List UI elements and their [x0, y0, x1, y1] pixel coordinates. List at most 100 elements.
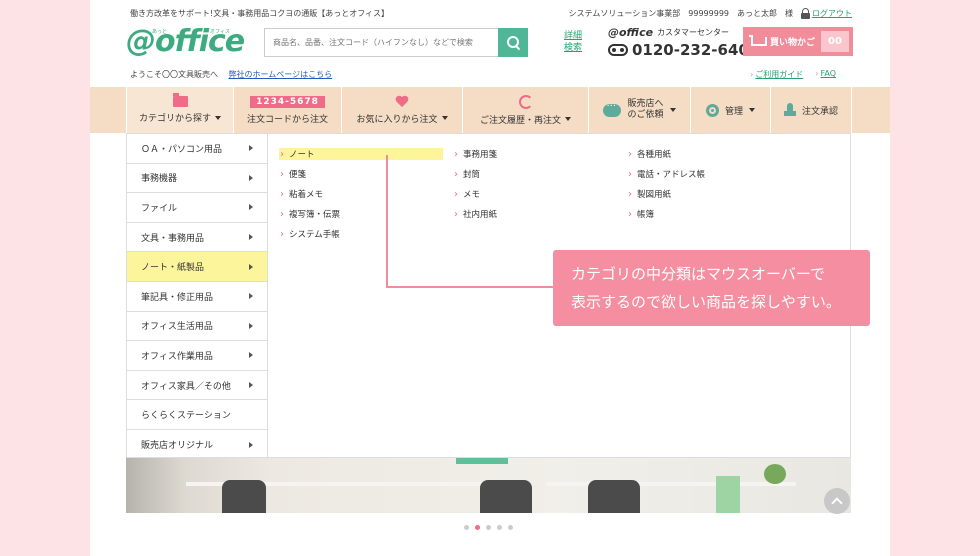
guide-link[interactable]: ご利用ガイド	[750, 69, 803, 80]
user-name: あっと太郎 様	[737, 9, 793, 18]
chevron-down-icon	[215, 115, 221, 120]
arrow-right-icon	[249, 441, 253, 448]
banner-decor	[456, 458, 508, 464]
category-item[interactable]: ＯＡ・パソコン用品	[127, 134, 268, 164]
subcategory-item[interactable]: 製図用紙	[627, 184, 705, 204]
cart-label: 買い物かご	[770, 38, 816, 48]
category-label: 販売店オリジナル	[141, 441, 214, 452]
banner-chair	[480, 480, 532, 513]
arrow-right-icon	[249, 234, 253, 241]
nav-approval[interactable]: 注文承認	[770, 87, 852, 133]
category-item[interactable]: 文具・事務用品	[127, 222, 268, 253]
nav-history[interactable]: ご注文履歴・再注文	[462, 87, 588, 133]
nav-approval-label: 注文承認	[801, 106, 838, 117]
nav-admin-label: 管理	[724, 106, 743, 117]
nav-code-order[interactable]: 1234-5678 注文コードから注文	[233, 87, 341, 133]
company-home-link[interactable]: 弊社のホームページはこちら	[229, 70, 333, 79]
customer-center: @office カスタマーセンター 0120-232-640	[608, 26, 749, 59]
category-item[interactable]: 事務機器	[127, 163, 268, 194]
arrow-right-icon	[249, 382, 253, 389]
category-item[interactable]: オフィス作業用品	[127, 341, 268, 371]
subcategory-item[interactable]: 封筒	[453, 164, 497, 184]
user-id: 99999999	[688, 9, 729, 18]
free-dial-icon	[608, 44, 628, 56]
category-label: らくらくステーション	[141, 411, 231, 422]
category-item-active[interactable]: ノート・紙製品	[127, 252, 268, 282]
subcategory-item[interactable]: 複写簿・伝票	[279, 204, 443, 224]
hero-banner[interactable]	[126, 458, 851, 513]
subcategory-item[interactable]: 便箋	[279, 164, 443, 184]
subcategory-item[interactable]: 各種用紙	[627, 144, 705, 164]
arrow-right-icon	[249, 174, 253, 181]
chat-icon	[603, 101, 622, 117]
subcategory-item[interactable]: 事務用箋	[453, 144, 497, 164]
banner-desk	[546, 482, 796, 486]
banner-plant	[764, 464, 786, 484]
carousel-dot[interactable]	[508, 525, 513, 530]
welcome-bar: ようこそ〇〇文具販売へ 弊社のホームページはこちら	[130, 69, 332, 80]
subcategory-item[interactable]: 電話・アドレス帳	[627, 164, 705, 184]
arrow-right-icon	[249, 293, 253, 300]
cart-button[interactable]: 買い物かご 00	[743, 27, 853, 56]
subcategory-item[interactable]: 帳簿	[627, 204, 705, 224]
subcategory-column-2: 事務用箋 封筒 メモ 社内用紙	[453, 144, 497, 224]
scroll-top-button[interactable]	[824, 488, 850, 514]
subcategory-item[interactable]: 社内用紙	[453, 204, 497, 224]
nav-admin[interactable]: 管理	[690, 87, 770, 133]
carousel-indicator	[464, 525, 513, 530]
subcategory-item[interactable]: システム手帳	[279, 224, 443, 244]
banner-decor	[716, 476, 740, 513]
arrow-right-icon	[249, 263, 253, 270]
category-label: ファイル	[141, 203, 178, 214]
help-links: ご利用ガイド FAQ	[750, 69, 836, 80]
search-icon	[506, 36, 520, 49]
category-item[interactable]: らくらくステーション	[127, 400, 268, 430]
category-item[interactable]: オフィス生活用品	[127, 311, 268, 342]
banner-chair	[588, 480, 640, 513]
nav-category[interactable]: カテゴリから探す	[126, 87, 233, 133]
cart-count: 00	[821, 31, 849, 52]
cs-phone: 0120-232-640	[632, 41, 749, 59]
callout-line-2: 表示するので欲しい商品を探しやすい。	[571, 293, 841, 311]
category-label: 文具・事務用品	[141, 233, 205, 244]
nav-favorites[interactable]: お気に入りから注文	[341, 87, 462, 133]
chevron-down-icon	[749, 108, 755, 112]
subcategory-item[interactable]: メモ	[453, 184, 497, 204]
arrow-right-icon	[249, 204, 253, 211]
carousel-dot-active[interactable]	[475, 525, 480, 530]
nav-favorites-label: お気に入りから注文	[356, 114, 438, 125]
chevron-down-icon	[565, 117, 571, 121]
subcategory-item-active[interactable]: ノート	[279, 148, 443, 160]
category-label: オフィス生活用品	[141, 322, 213, 333]
nav-dealer-request[interactable]: 販売店へ のご依頼	[588, 87, 690, 133]
cs-logo: @office	[608, 26, 654, 39]
nav-dealer-line1: 販売店へ	[627, 99, 664, 109]
logo-sub-left: あっと	[152, 29, 168, 35]
gear-icon	[705, 103, 719, 117]
callout-connector	[386, 155, 388, 288]
advanced-search-link[interactable]: 詳細検索	[564, 30, 584, 54]
main-nav: カテゴリから探す 1234-5678 注文コードから注文 お気に入りから注文 ご…	[90, 87, 890, 133]
search-input[interactable]	[265, 29, 491, 56]
search-box	[264, 28, 528, 57]
cart-icon	[749, 35, 767, 48]
subcategory-item[interactable]: 粘着メモ	[279, 184, 443, 204]
category-item[interactable]: ファイル	[127, 193, 268, 223]
logout-link[interactable]: ログアウト	[812, 8, 852, 19]
category-label: ノート・紙製品	[141, 263, 205, 274]
welcome-text: ようこそ〇〇文具販売へ	[130, 70, 218, 79]
category-item[interactable]: オフィス家具／その他	[127, 370, 268, 401]
folder-icon	[172, 93, 188, 107]
carousel-dot[interactable]	[464, 525, 469, 530]
search-button[interactable]	[498, 28, 528, 57]
category-item[interactable]: 筆記具・修正用品	[127, 281, 268, 312]
chevron-down-icon	[441, 116, 448, 120]
category-label: 筆記具・修正用品	[141, 292, 214, 303]
carousel-dot[interactable]	[486, 525, 491, 530]
arrow-right-icon	[249, 352, 253, 359]
faq-link[interactable]: FAQ	[815, 69, 837, 80]
carousel-dot[interactable]	[497, 525, 502, 530]
heart-icon	[395, 96, 409, 108]
category-item[interactable]: 販売店オリジナル	[127, 429, 268, 460]
annotation-callout: カテゴリの中分類はマウスオーバーで 表示するので欲しい商品を探しやすい。	[553, 250, 870, 326]
